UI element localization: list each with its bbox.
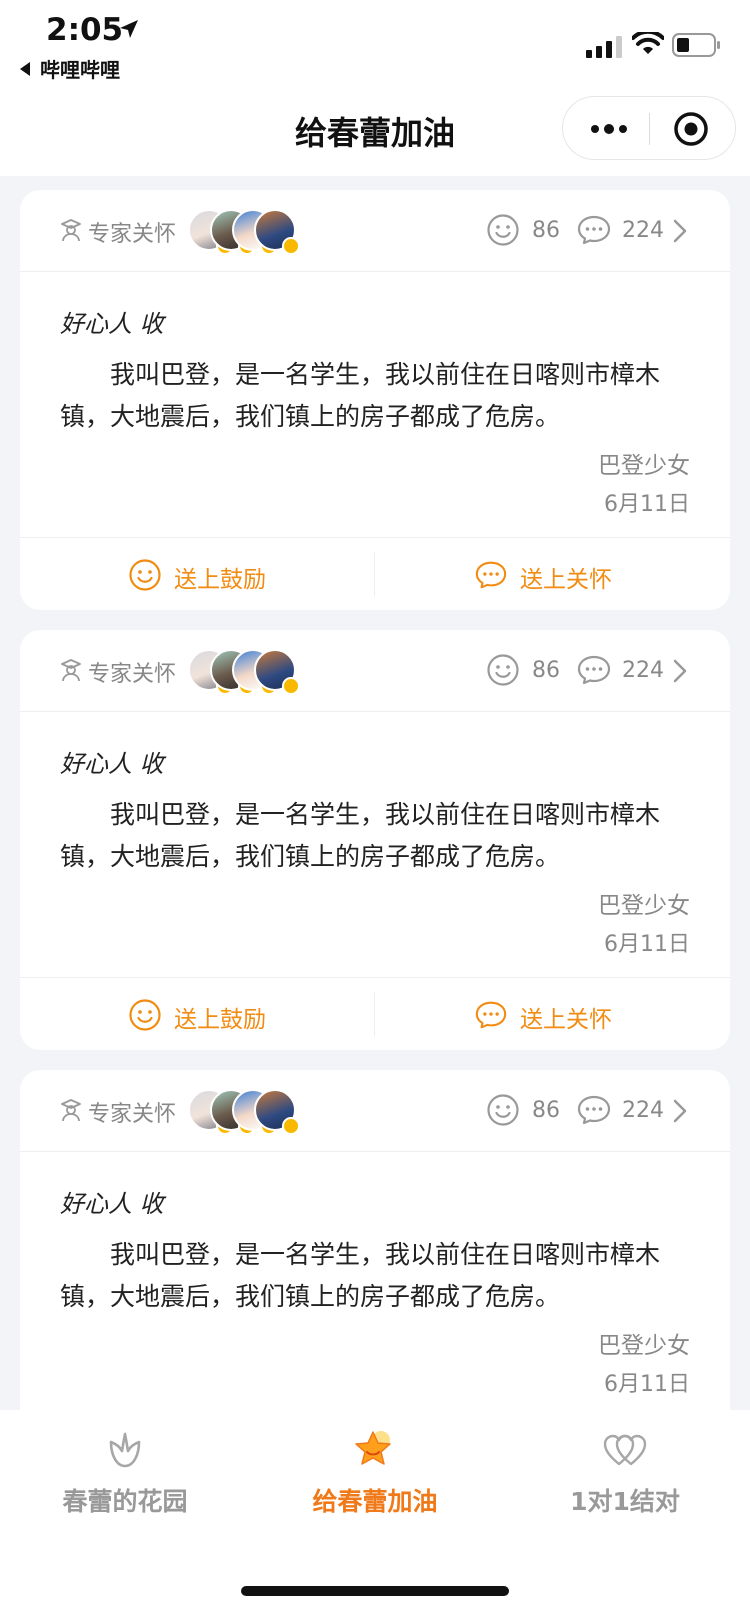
smile-icon — [129, 559, 161, 591]
close-miniprogram-icon[interactable] — [673, 111, 709, 147]
letter-text: 我叫巴登，是一名学生，我以前住在日喀则市樟木镇，大地震后，我们镇上的房子都成了危… — [60, 360, 661, 431]
letter-greeting: 好心人 收 — [60, 1190, 164, 1218]
expert-badge-icon — [282, 677, 300, 695]
comment-bubble-icon — [475, 561, 507, 589]
likes-count: 86 — [532, 1098, 560, 1123]
letter-signer: 巴登少女 — [598, 1333, 690, 1359]
back-to-app-link[interactable]: 哔哩哔哩 — [20, 54, 120, 83]
send-care-label: 送上关怀 — [520, 567, 612, 593]
flower-icon — [109, 1432, 141, 1468]
actions-divider — [374, 992, 375, 1036]
letter-date: 6月11日 — [604, 1372, 690, 1397]
send-encouragement-label: 送上鼓励 — [174, 567, 266, 593]
tab-label: 1对1结对 — [570, 1487, 680, 1516]
home-indicator — [241, 1586, 509, 1596]
back-triangle-icon — [20, 62, 30, 76]
comments-count: 224 — [622, 1098, 664, 1123]
expert-avatars — [188, 649, 318, 695]
likes-count: 86 — [532, 218, 560, 243]
letter-greeting: 好心人 收 — [60, 750, 164, 778]
expert-badge-icon — [282, 1117, 300, 1135]
nav-bar: 给春蕾加油 — [0, 90, 750, 176]
expert-care-label: 专家关怀 — [88, 222, 177, 247]
comment-bubble-icon — [577, 215, 611, 245]
smile-icon — [129, 999, 161, 1031]
comment-bubble-icon — [577, 655, 611, 685]
wifi-icon — [632, 32, 664, 54]
letter-signer: 巴登少女 — [598, 893, 690, 919]
expert-icon — [61, 219, 81, 242]
smile-icon — [487, 1094, 519, 1126]
tab-spring-garden[interactable]: 春蕾的花园 — [0, 1410, 250, 1540]
chevron-right-icon[interactable] — [672, 218, 688, 244]
battery-icon — [672, 33, 720, 57]
star-icon — [355, 1431, 391, 1465]
smile-icon — [487, 654, 519, 686]
letter-card[interactable]: 专家关怀 86 224 好心人 收 我叫巴登，是一名学生，我以前住在日喀则市樟木… — [20, 190, 730, 610]
letter-body: 好心人 收 我叫巴登，是一名学生，我以前住在日喀则市樟木镇，大地震后，我们镇上的… — [20, 1152, 730, 1418]
letter-text: 我叫巴登，是一名学生，我以前住在日喀则市樟木镇，大地震后，我们镇上的房子都成了危… — [60, 1240, 661, 1311]
more-dots-icon[interactable] — [589, 119, 629, 139]
tab-label: 春蕾的花园 — [62, 1487, 188, 1516]
back-app-label: 哔哩哔哩 — [40, 58, 120, 82]
letter-greeting: 好心人 收 — [60, 310, 164, 338]
expert-avatars — [188, 1089, 318, 1135]
avatar — [254, 1089, 300, 1135]
letter-text: 我叫巴登，是一名学生，我以前住在日喀则市樟木镇，大地震后，我们镇上的房子都成了危… — [60, 800, 661, 871]
expert-icon — [61, 659, 81, 682]
send-care-button[interactable]: 送上关怀 — [474, 556, 624, 593]
send-care-button[interactable]: 送上关怀 — [474, 996, 624, 1033]
expert-care-label: 专家关怀 — [88, 1102, 177, 1127]
send-care-label: 送上关怀 — [520, 1007, 612, 1033]
comment-bubble-icon — [475, 1001, 507, 1029]
chevron-right-icon[interactable] — [672, 1098, 688, 1124]
letter-card[interactable]: 专家关怀 86 224 好心人 收 我叫巴登，是一名学生，我以前住在日喀则市樟木… — [20, 1070, 730, 1450]
chevron-right-icon[interactable] — [672, 658, 688, 684]
expert-avatars — [188, 209, 318, 255]
avatar — [254, 209, 300, 255]
card-header[interactable]: 专家关怀 86 224 — [20, 1070, 730, 1152]
status-bar: 2:05 哔哩哔哩 — [0, 0, 750, 90]
card-actions: 送上鼓励 送上关怀 — [20, 978, 730, 1050]
tab-one-on-one[interactable]: 1对1结对 — [500, 1410, 750, 1540]
expert-icon — [61, 1099, 81, 1122]
comment-bubble-icon — [577, 1095, 611, 1125]
letter-signer: 巴登少女 — [598, 453, 690, 479]
smile-icon — [487, 214, 519, 246]
expert-badge-icon — [282, 237, 300, 255]
actions-divider — [374, 552, 375, 596]
expert-care-label: 专家关怀 — [88, 662, 177, 687]
card-actions: 送上鼓励 送上关怀 — [20, 538, 730, 610]
send-encouragement-label: 送上鼓励 — [174, 1007, 266, 1033]
letter-body: 好心人 收 我叫巴登，是一名学生，我以前住在日喀则市樟木镇，大地震后，我们镇上的… — [20, 712, 730, 978]
send-encouragement-button[interactable]: 送上鼓励 — [128, 996, 278, 1033]
letter-date: 6月11日 — [604, 492, 690, 517]
comments-count: 224 — [622, 218, 664, 243]
letter-card[interactable]: 专家关怀 86 224 好心人 收 我叫巴登，是一名学生，我以前住在日喀则市樟木… — [20, 630, 730, 1050]
status-time: 2:05 — [46, 12, 124, 48]
card-header[interactable]: 专家关怀 86 224 — [20, 190, 730, 272]
cellular-signal-icon — [586, 36, 622, 58]
capsule-divider — [649, 113, 650, 145]
comments-count: 224 — [622, 658, 664, 683]
card-header[interactable]: 专家关怀 86 224 — [20, 630, 730, 712]
hearts-icon — [603, 1434, 647, 1466]
tab-label: 给春蕾加油 — [312, 1487, 438, 1516]
likes-count: 86 — [532, 658, 560, 683]
letter-date: 6月11日 — [604, 932, 690, 957]
letter-body: 好心人 收 我叫巴登，是一名学生，我以前住在日喀则市樟木镇，大地震后，我们镇上的… — [20, 272, 730, 538]
send-encouragement-button[interactable]: 送上鼓励 — [128, 556, 278, 593]
location-arrow-icon — [120, 20, 138, 38]
miniprogram-capsule — [562, 96, 736, 160]
avatar — [254, 649, 300, 695]
tab-cheer-on[interactable]: 给春蕾加油 — [250, 1410, 500, 1540]
